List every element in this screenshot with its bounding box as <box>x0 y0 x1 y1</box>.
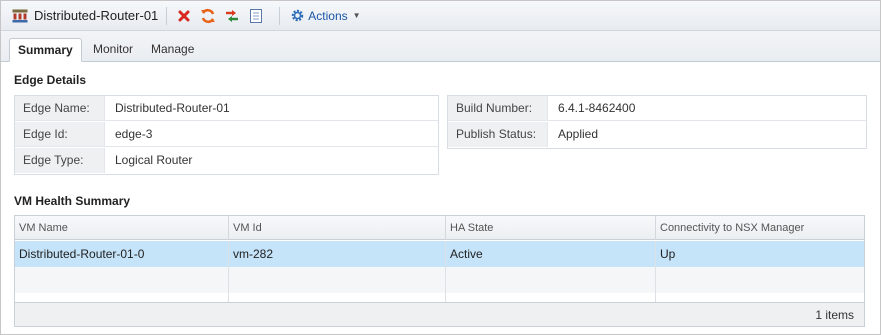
detail-label: Edge Id: <box>15 122 105 146</box>
empty-cell <box>656 267 864 293</box>
empty-cell <box>229 267 446 293</box>
cell-connectivity: Up <box>660 247 676 261</box>
detail-row-edge-type: Edge Type: Logical Router <box>15 148 438 173</box>
detail-value: Logical Router <box>115 153 193 167</box>
notepad-icon <box>250 8 263 23</box>
column-header-vm-name[interactable]: VM Name <box>15 216 229 240</box>
delete-button[interactable] <box>175 7 193 25</box>
detail-value: Distributed-Router-01 <box>115 101 230 115</box>
refresh-icon <box>201 8 216 23</box>
column-header-ha-state[interactable]: HA State <box>446 216 656 240</box>
column-header-connectivity[interactable]: Connectivity to NSX Manager <box>656 216 864 240</box>
edge-summary-window: Distributed-Router-01 Actions ▼ Summary … <box>0 0 881 335</box>
detail-row-edge-id: Edge Id: edge-3 <box>15 122 438 147</box>
detail-label: Build Number: <box>448 96 548 120</box>
toolbar: Distributed-Router-01 Actions ▼ <box>1 1 880 31</box>
tab-bar: Summary Monitor Manage <box>1 31 880 62</box>
tab-manage[interactable]: Manage <box>143 38 202 62</box>
edge-details-right-panel: Build Number: 6.4.1-8462400 Publish Stat… <box>447 95 867 149</box>
detail-label: Edge Type: <box>15 148 105 173</box>
cell-vm-id: vm-282 <box>229 241 446 267</box>
edge-details-left-panel: Edge Name: Distributed-Router-01 Edge Id… <box>14 95 439 175</box>
actions-label: Actions <box>308 8 348 23</box>
refresh-button[interactable] <box>199 7 217 25</box>
empty-row <box>15 267 864 293</box>
vm-health-heading: VM Health Summary <box>14 194 131 208</box>
detail-label: Edge Name: <box>15 96 105 120</box>
tab-monitor[interactable]: Monitor <box>85 38 141 62</box>
column-header-vm-id[interactable]: VM Id <box>229 216 446 240</box>
edge-router-icon <box>12 9 28 23</box>
detail-row-edge-name: Edge Name: Distributed-Router-01 <box>15 96 438 121</box>
tab-summary[interactable]: Summary <box>9 38 82 62</box>
grid-footer: 1 items <box>15 302 864 326</box>
grid-header: VM Name VM Id HA State Connectivity to N… <box>15 216 864 240</box>
detail-row-publish-status: Publish Status: Applied <box>448 122 866 147</box>
detail-value: Applied <box>558 127 599 141</box>
empty-cell <box>446 267 656 293</box>
toolbar-separator <box>279 6 281 25</box>
detail-value: 6.4.1-8462400 <box>558 101 636 115</box>
vm-health-grid: VM Name VM Id HA State Connectivity to N… <box>14 215 865 327</box>
cell-ha-state: Active <box>446 241 656 267</box>
move-button[interactable] <box>223 7 241 25</box>
table-row[interactable]: Distributed-Router-01-0 vm-282 Active Up <box>15 241 864 267</box>
red-x-icon <box>178 10 190 21</box>
chevron-down-icon: ▼ <box>352 11 361 20</box>
toolbar-separator <box>166 6 168 25</box>
detail-label: Publish Status: <box>448 122 548 147</box>
detail-row-build-number: Build Number: 6.4.1-8462400 <box>448 96 866 121</box>
actions-menu-button[interactable]: Actions ▼ <box>290 8 361 23</box>
gear-icon <box>290 8 305 23</box>
notes-button[interactable] <box>247 7 265 25</box>
detail-value: edge-3 <box>115 127 153 141</box>
transfer-arrows-icon <box>226 9 239 22</box>
item-count: 1 items <box>815 308 854 322</box>
window-title: Distributed-Router-01 <box>34 8 159 23</box>
empty-cell <box>15 267 229 293</box>
cell-vm-name: Distributed-Router-01-0 <box>15 241 229 267</box>
edge-details-heading: Edge Details <box>14 73 87 87</box>
